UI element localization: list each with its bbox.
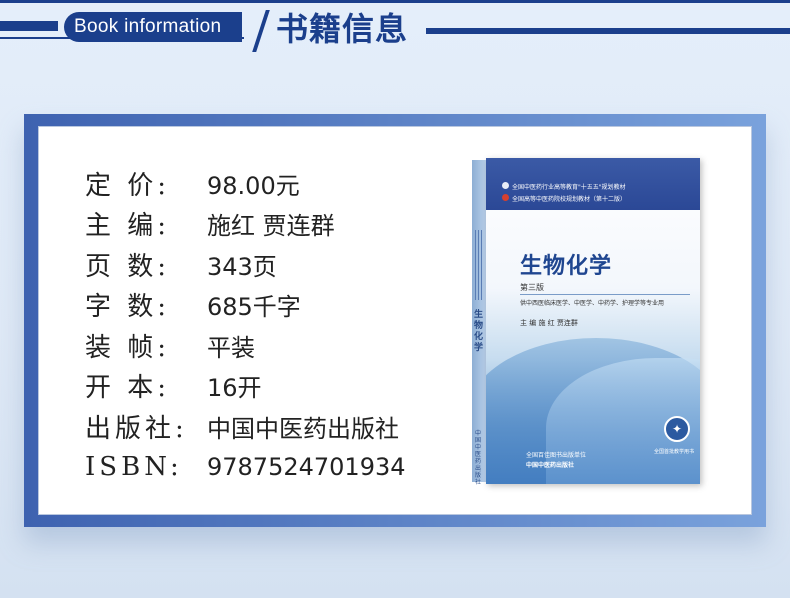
info-label: 出版社: xyxy=(85,413,188,444)
info-value: 平装 xyxy=(207,333,255,362)
header-label-cn: 书籍信息 xyxy=(276,10,409,48)
cover-seal-caption: 全国首批教学用书 xyxy=(654,449,695,455)
section-header: Book information 书籍信息 xyxy=(0,0,790,58)
book-front-cover: 全国中医药行业高等教育"十五五"规划教材 全国高等中医药院校规划教材（第十二版）… xyxy=(486,158,700,484)
cover-publisher-line-2: 中国中医药出版社 xyxy=(526,462,575,469)
info-value: 98.00元 xyxy=(207,171,300,200)
book-info-list: 定 价: 98.00元 主 编: 施红 贾连群 页 数: 343页 字 数: 6… xyxy=(85,163,406,487)
info-row-format: 开 本: 16开 xyxy=(85,366,406,407)
info-value: 16开 xyxy=(207,374,262,403)
spine-publisher: 中国中医药出版社 xyxy=(475,430,482,486)
info-label: 定 价: xyxy=(85,170,171,201)
info-label: 开 本: xyxy=(85,373,171,404)
header-right-rule xyxy=(426,28,790,34)
info-value: 343页 xyxy=(207,252,277,281)
info-value: 中国中医药出版社 xyxy=(207,414,399,443)
info-label: ISBN: xyxy=(85,451,183,482)
info-value: 685千字 xyxy=(207,293,301,322)
cover-series-line-2: 全国高等中医药院校规划教材（第十二版） xyxy=(512,196,627,203)
info-label: 字 数: xyxy=(85,292,171,323)
info-label: 页 数: xyxy=(85,251,171,282)
info-row-editor: 主 编: 施红 贾连群 xyxy=(85,204,406,245)
info-label: 装 帧: xyxy=(85,332,171,363)
cover-authors: 主 编 施 红 贾连群 xyxy=(520,319,578,327)
info-row-pages: 页 数: 343页 xyxy=(85,244,406,285)
header-label-en: Book information xyxy=(64,12,242,42)
cover-series-line-1: 全国中医药行业高等教育"十五五"规划教材 xyxy=(512,184,626,191)
header-left-block xyxy=(0,21,58,31)
header-top-rule xyxy=(0,0,790,3)
spine-title: 生物化学 xyxy=(474,310,484,353)
cover-divider xyxy=(520,294,690,295)
cover-publisher-line-1: 全国百佳图书出版单位 xyxy=(526,452,587,459)
info-row-wordcount: 字 数: 685千字 xyxy=(85,285,406,326)
cover-title: 生物化学 xyxy=(520,254,613,279)
info-value: 9787524701934 xyxy=(207,452,406,481)
info-row-publisher: 出版社: 中国中医药出版社 xyxy=(85,406,406,447)
book-cover-image: 生物化学 中国中医药出版社 全国中医药行业高等教育"十五五"规划教材 全国高等中… xyxy=(472,158,700,486)
book-spine: 生物化学 中国中医药出版社 xyxy=(472,160,486,486)
cover-usage: 供中西医临床医学、中医学、中药学、护理学等专业用 xyxy=(520,300,665,307)
cover-edition: 第三版 xyxy=(520,283,544,292)
header-slash-divider xyxy=(252,10,270,52)
info-row-binding: 装 帧: 平装 xyxy=(85,325,406,366)
series-badge-icon xyxy=(502,194,509,201)
spine-series-text xyxy=(475,230,483,300)
series-badge-icon xyxy=(502,182,509,189)
info-row-isbn: ISBN: 9787524701934 xyxy=(85,447,406,488)
info-label: 主 编: xyxy=(85,211,171,242)
seal-emblem-icon: ✦ xyxy=(664,416,690,442)
info-value: 施红 贾连群 xyxy=(207,212,335,241)
info-row-price: 定 价: 98.00元 xyxy=(85,163,406,204)
